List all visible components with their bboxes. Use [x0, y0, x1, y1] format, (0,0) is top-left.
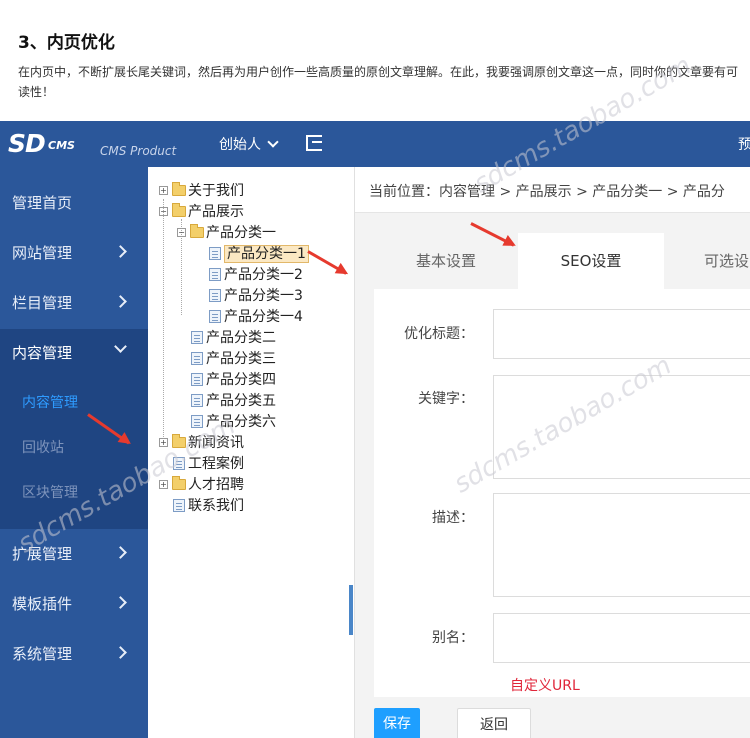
folder-icon	[172, 434, 186, 448]
topbar-right-link[interactable]: 预	[738, 134, 750, 154]
keywords-textarea[interactable]	[493, 375, 750, 479]
tab-seo[interactable]: SEO设置	[518, 233, 664, 289]
sidebar-item-label: 管理首页	[12, 194, 73, 212]
page-icon	[191, 373, 203, 386]
sidebar: 管理首页 网站管理 栏目管理 内容管理 内容管理 回收站 区块管理 扩展管理 模…	[0, 167, 148, 738]
tree-node[interactable]: 产品分类二	[191, 327, 276, 347]
tree-node[interactable]: − 产品展示	[159, 201, 244, 221]
user-menu[interactable]: 创始人	[219, 134, 279, 154]
article-paragraph: 在内页中，不断扩展长尾关键词，然后再为用户创作一些高质量的原创文章理解。在此，我…	[18, 65, 739, 99]
expand-icon[interactable]: +	[159, 438, 168, 447]
article-intro: 3、内页优化 在内页中，不断扩展长尾关键词，然后再为用户创作一些高质量的原创文章…	[0, 0, 750, 121]
keywords-label: 关键字：	[418, 391, 474, 407]
tree-node[interactable]: 产品分类六	[191, 411, 276, 431]
folder-icon	[172, 476, 186, 490]
page-icon	[173, 457, 185, 470]
tree-node[interactable]: 产品分类四	[191, 369, 276, 389]
chevron-right-icon	[114, 596, 127, 609]
page-icon	[191, 352, 203, 365]
sidebar-item-label: 扩展管理	[12, 545, 73, 563]
tree-node[interactable]: 产品分类一3	[209, 285, 303, 305]
expand-icon[interactable]: +	[159, 186, 168, 195]
page-icon	[209, 268, 221, 281]
sidebar-item-label: 模板插件	[12, 595, 73, 613]
sidebar-item-system[interactable]: 系统管理	[0, 628, 148, 678]
tree-node[interactable]: 产品分类一4	[209, 306, 303, 326]
user-name: 创始人	[219, 137, 261, 153]
back-button[interactable]: 返回	[457, 708, 531, 738]
description-textarea[interactable]	[493, 493, 750, 597]
sidebar-item-site[interactable]: 网站管理	[0, 227, 148, 277]
alias-input[interactable]	[493, 613, 750, 663]
top-bar: SD CMS CMS Product 创始人 预	[0, 121, 750, 167]
tree-node[interactable]: + 新闻资讯	[159, 432, 244, 452]
page-icon	[191, 331, 203, 344]
logout-icon[interactable]	[306, 135, 322, 151]
page-icon	[191, 415, 203, 428]
chevron-right-icon	[114, 245, 127, 258]
tree-scrollbar[interactable]	[349, 585, 353, 635]
folder-open-icon	[190, 224, 204, 238]
article-heading: 3、内页优化	[18, 33, 115, 53]
main-content: 当前位置：内容管理 > 产品展示 > 产品分类一 > 产品分 基本设置 SEO设…	[355, 167, 750, 738]
sidebar-subitem-blocks[interactable]: 区块管理	[22, 482, 78, 502]
breadcrumb: 当前位置：内容管理 > 产品展示 > 产品分类一 > 产品分	[369, 184, 725, 200]
sidebar-item-label: 系统管理	[12, 645, 73, 663]
tab-basic[interactable]: 基本设置	[374, 233, 518, 289]
sidebar-subitem-recycle[interactable]: 回收站	[22, 437, 64, 457]
page-icon	[209, 310, 221, 323]
page-icon	[173, 499, 185, 512]
alias-label: 别名：	[432, 630, 474, 646]
sidebar-item-label: 内容管理	[12, 344, 73, 362]
folder-open-icon	[172, 203, 186, 217]
chevron-right-icon	[114, 646, 127, 659]
save-button[interactable]: 保存	[374, 708, 420, 738]
alias-hint: 自定义URL	[510, 678, 580, 694]
tree-node[interactable]: 产品分类一2	[209, 264, 303, 284]
description-label: 描述：	[432, 510, 474, 526]
folder-icon	[172, 182, 186, 196]
logo: SD CMS CMS Product	[8, 129, 176, 158]
category-tree: + 关于我们 − 产品展示 − 产品分类一 产品分类一1 产品分类一2 产品分类…	[148, 167, 355, 738]
sidebar-item-content[interactable]: 内容管理	[0, 327, 148, 377]
chevron-down-icon	[267, 136, 279, 148]
tree-node[interactable]: + 人才招聘	[159, 474, 244, 494]
tree-node[interactable]: 工程案例	[173, 453, 244, 473]
sidebar-item-templates[interactable]: 模板插件	[0, 578, 148, 628]
tree-node[interactable]: 产品分类三	[191, 348, 276, 368]
breadcrumb-bar: 当前位置：内容管理 > 产品展示 > 产品分类一 > 产品分	[355, 167, 750, 213]
chevron-down-icon	[114, 340, 127, 353]
sidebar-item-home[interactable]: 管理首页	[0, 177, 148, 227]
tab-optional[interactable]: 可选设	[664, 233, 750, 289]
tree-node[interactable]: − 产品分类一	[177, 222, 276, 242]
logo-sd: SD	[8, 129, 46, 158]
tree-node[interactable]: + 关于我们	[159, 180, 244, 200]
seo-form: 优化标题： 关键字： 描述： 别名： 自定义URL	[374, 289, 750, 697]
logo-product: CMS Product	[100, 144, 177, 158]
sidebar-item-label: 栏目管理	[12, 294, 73, 312]
tree-guide-line	[163, 199, 164, 439]
logo-cms: CMS	[48, 139, 75, 152]
sidebar-subitem-content[interactable]: 内容管理	[22, 392, 78, 412]
sidebar-item-label: 网站管理	[12, 244, 73, 262]
tree-node[interactable]: 产品分类五	[191, 390, 276, 410]
page-icon	[191, 394, 203, 407]
screenshot-root: 3、内页优化 在内页中，不断扩展长尾关键词，然后再为用户创作一些高质量的原创文章…	[0, 0, 750, 738]
title-label: 优化标题：	[404, 326, 474, 342]
page-icon	[209, 247, 221, 260]
page-icon	[209, 289, 221, 302]
chevron-right-icon	[114, 295, 127, 308]
title-input[interactable]	[493, 309, 750, 359]
expand-icon[interactable]: +	[159, 480, 168, 489]
tree-node[interactable]: 联系我们	[173, 495, 244, 515]
tree-node-selected[interactable]: 产品分类一1	[209, 243, 309, 263]
collapse-icon[interactable]: −	[159, 207, 168, 216]
chevron-right-icon	[114, 546, 127, 559]
collapse-icon[interactable]: −	[177, 228, 186, 237]
sidebar-item-column[interactable]: 栏目管理	[0, 277, 148, 327]
sidebar-item-extend[interactable]: 扩展管理	[0, 528, 148, 578]
